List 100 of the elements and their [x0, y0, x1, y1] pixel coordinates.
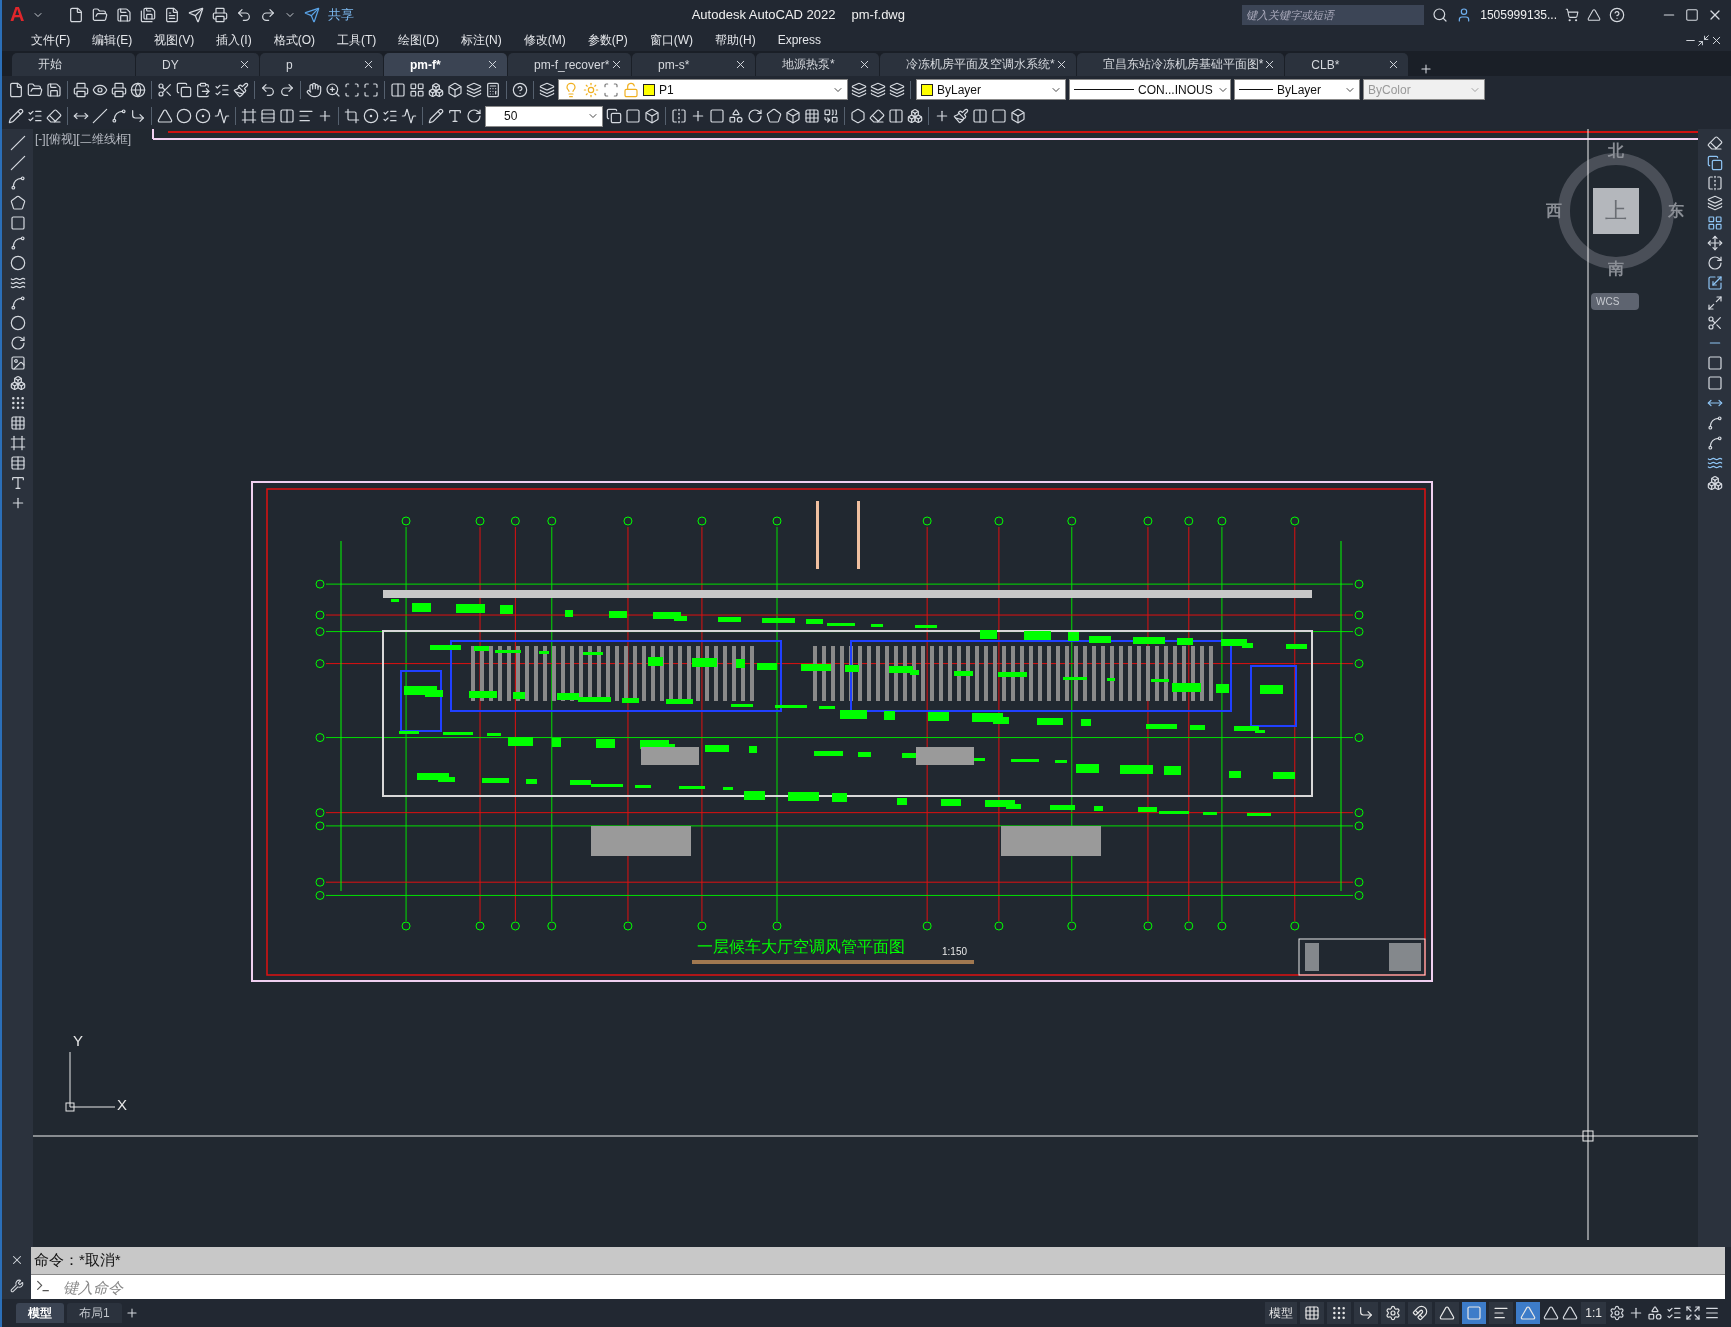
maximize-icon[interactable] — [1685, 7, 1699, 22]
viewport-label[interactable]: [-][俯视][二维线框] — [35, 131, 131, 148]
menu-icon[interactable] — [1704, 1305, 1720, 1321]
polyline-icon[interactable] — [9, 175, 26, 191]
share-button[interactable]: 共享 — [328, 5, 355, 24]
cart-icon[interactable] — [1565, 7, 1579, 22]
line-icon[interactable] — [9, 135, 26, 151]
menu-item[interactable]: 参数(P) — [576, 31, 639, 49]
aligned-dimension-icon[interactable] — [92, 108, 108, 124]
arc-icon[interactable] — [9, 235, 26, 251]
undo-icon[interactable] — [236, 6, 253, 23]
copy-icon[interactable] — [606, 108, 622, 124]
menu-item[interactable]: Express — [766, 33, 832, 47]
lineweight-dropdown[interactable]: ByLayer — [1234, 79, 1360, 100]
polygon-icon[interactable] — [9, 195, 26, 211]
blocks-icon[interactable] — [907, 108, 923, 124]
hexagon-icon[interactable] — [850, 108, 866, 124]
send-icon[interactable] — [304, 6, 321, 23]
grid-icon[interactable] — [409, 81, 425, 98]
file-tab[interactable]: p — [260, 53, 383, 76]
zoom-extents-icon[interactable] — [363, 81, 379, 98]
stretch-icon[interactable] — [1706, 295, 1723, 311]
hatch-icon[interactable] — [9, 415, 26, 431]
box-icon[interactable] — [447, 81, 463, 98]
layer-states-icon[interactable] — [889, 81, 905, 98]
scale-icon[interactable] — [1706, 275, 1723, 291]
menu-item[interactable]: 视图(V) — [143, 31, 206, 49]
color-dropdown[interactable]: ByLayer — [916, 79, 1066, 100]
search-icon[interactable] — [1432, 6, 1449, 23]
pencil-icon[interactable] — [8, 108, 24, 124]
table-icon[interactable] — [9, 455, 26, 471]
file-tab[interactable]: pm-f* — [384, 53, 507, 76]
save-icon[interactable] — [116, 6, 133, 23]
eraser-icon[interactable] — [1706, 135, 1723, 151]
file-icon[interactable] — [8, 81, 24, 98]
menu-item[interactable]: 修改(M) — [512, 31, 577, 49]
construction-line-icon[interactable] — [9, 155, 26, 171]
paintbrush-icon[interactable] — [233, 81, 249, 98]
angle-toggle[interactable] — [1435, 1302, 1460, 1324]
printer-icon[interactable] — [212, 6, 229, 23]
layout-tab[interactable]: 布局1 — [67, 1303, 122, 1323]
columns-icon[interactable] — [888, 108, 904, 124]
annotation-scale-button[interactable]: 1:1 — [1581, 1302, 1606, 1324]
square-icon[interactable] — [991, 108, 1007, 124]
linetype-dropdown[interactable]: CON...INOUS — [1069, 79, 1231, 100]
arc-dimension-icon[interactable] — [111, 108, 127, 124]
box-icon[interactable] — [644, 108, 660, 124]
copy-icon[interactable] — [176, 81, 192, 98]
layout-tab[interactable]: 模型 — [16, 1303, 64, 1323]
calculator-icon[interactable] — [485, 81, 501, 98]
grid-toggle[interactable] — [1300, 1302, 1325, 1324]
lineweight-toggle[interactable] — [1489, 1302, 1514, 1324]
align-icon[interactable] — [298, 108, 314, 124]
blocks-icon[interactable] — [428, 81, 444, 98]
angle-icon[interactable] — [157, 108, 173, 124]
file-icon[interactable] — [68, 6, 85, 23]
search-field[interactable]: 键入关键字或短语 — [1242, 4, 1425, 25]
close-icon[interactable] — [734, 58, 747, 71]
file-tab[interactable]: 宜昌东站冷冻机房基础平面图* — [1076, 53, 1285, 76]
terminal-icon[interactable] — [35, 1278, 51, 1294]
pentagon-icon[interactable] — [766, 108, 782, 124]
triangle-icon[interactable] — [1587, 7, 1601, 22]
scissors-icon[interactable] — [157, 81, 173, 98]
mirror-icon[interactable] — [671, 108, 687, 124]
redo-icon[interactable] — [260, 6, 277, 23]
command-input[interactable]: 键入命令 — [31, 1274, 1725, 1299]
annotation-toggle[interactable] — [1516, 1302, 1541, 1324]
make-block-icon[interactable] — [9, 375, 26, 391]
paste-icon[interactable] — [195, 81, 211, 98]
text-icon[interactable] — [9, 475, 26, 491]
edit-icon[interactable] — [428, 108, 444, 124]
model-space-button[interactable]: 模型 — [1265, 1302, 1298, 1324]
printer-icon[interactable] — [73, 81, 89, 98]
array-icon[interactable] — [1706, 215, 1723, 231]
folder-icon[interactable] — [27, 81, 43, 98]
fullscreen-icon[interactable] — [1685, 1305, 1701, 1321]
layer-dropdown[interactable]: P1 — [558, 79, 848, 100]
printer-icon[interactable] — [111, 81, 127, 98]
menu-item[interactable]: 工具(T) — [326, 31, 388, 49]
undo-icon[interactable] — [260, 81, 276, 98]
move-icon[interactable] — [1706, 235, 1723, 251]
columns-icon[interactable] — [972, 108, 988, 124]
rotate-icon[interactable] — [747, 108, 763, 124]
close-icon[interactable] — [610, 58, 623, 71]
rectangle-icon[interactable] — [9, 215, 26, 231]
add-icon[interactable] — [1419, 62, 1434, 76]
close-icon[interactable] — [858, 58, 871, 71]
ucs-menu-button[interactable]: WCS — [1591, 293, 1639, 310]
close-icon[interactable] — [486, 58, 499, 71]
polar-toggle[interactable] — [1381, 1302, 1406, 1324]
plus-icon[interactable] — [1628, 1305, 1644, 1321]
zoom-icon[interactable] — [325, 81, 341, 98]
west-label[interactable]: 西 — [1546, 201, 1562, 222]
north-label[interactable]: 北 — [1608, 141, 1624, 162]
grid-icon[interactable] — [804, 108, 820, 124]
save-all-icon[interactable] — [140, 6, 157, 23]
selection-toggle[interactable] — [1462, 1302, 1487, 1324]
object-snap-toggle[interactable] — [1408, 1302, 1433, 1324]
center-mark-icon[interactable] — [317, 108, 333, 124]
text-icon[interactable] — [447, 108, 463, 124]
